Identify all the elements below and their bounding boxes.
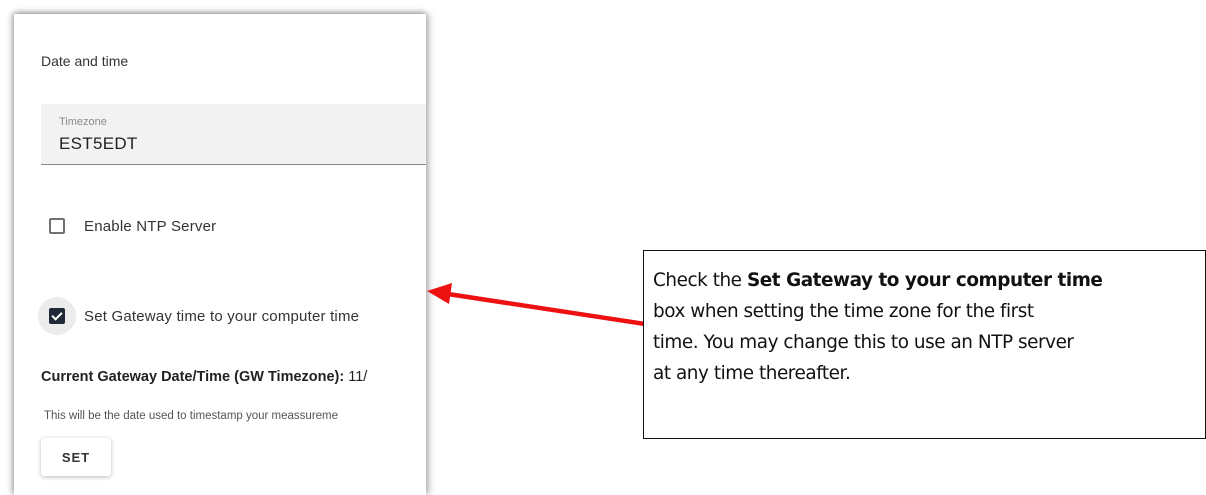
arrow-head <box>427 283 452 304</box>
annotation-callout: Check the Set Gateway to your computer t… <box>643 250 1206 439</box>
ntp-checkbox-label[interactable]: Enable NTP Server <box>84 218 216 235</box>
callout-line-4: at any time thereafter. <box>653 363 851 384</box>
date-time-panel: Date and time Timezone EST5EDT Enable NT… <box>14 14 426 495</box>
callout-line-3: time. You may change this to use an NTP … <box>653 332 1074 353</box>
timezone-value[interactable]: EST5EDT <box>59 134 138 154</box>
gateway-time-checkbox-wrap[interactable] <box>38 297 76 335</box>
ntp-checkbox[interactable] <box>49 218 65 234</box>
timezone-field[interactable]: Timezone EST5EDT <box>41 104 426 165</box>
callout-line-1: Check the Set Gateway to your computer t… <box>653 265 1197 296</box>
callout-line-2: box when setting the time zone for the f… <box>653 301 1034 322</box>
current-datetime-label: Current Gateway Date/Time (GW Timezone): <box>41 369 345 385</box>
ntp-checkbox-wrap[interactable] <box>38 207 76 245</box>
timestamp-note: This will be the date used to timestamp … <box>44 410 339 422</box>
set-button[interactable]: SET <box>41 438 111 476</box>
current-datetime-value: 11/ <box>348 369 368 385</box>
arrow-line <box>445 291 648 327</box>
callout-text-prefix: Check the <box>653 270 747 291</box>
current-gateway-datetime: Current Gateway Date/Time (GW Timezone):… <box>41 369 367 385</box>
timezone-label: Timezone <box>59 116 107 128</box>
gateway-time-option[interactable]: Set Gateway time to your computer time <box>38 297 359 335</box>
gateway-time-checkbox-label[interactable]: Set Gateway time to your computer time <box>84 308 359 325</box>
ntp-server-option[interactable]: Enable NTP Server <box>38 207 216 245</box>
section-title: Date and time <box>41 53 129 69</box>
gateway-time-checkbox[interactable] <box>49 308 65 324</box>
callout-emphasis: Set Gateway to your computer time <box>746 270 1103 291</box>
